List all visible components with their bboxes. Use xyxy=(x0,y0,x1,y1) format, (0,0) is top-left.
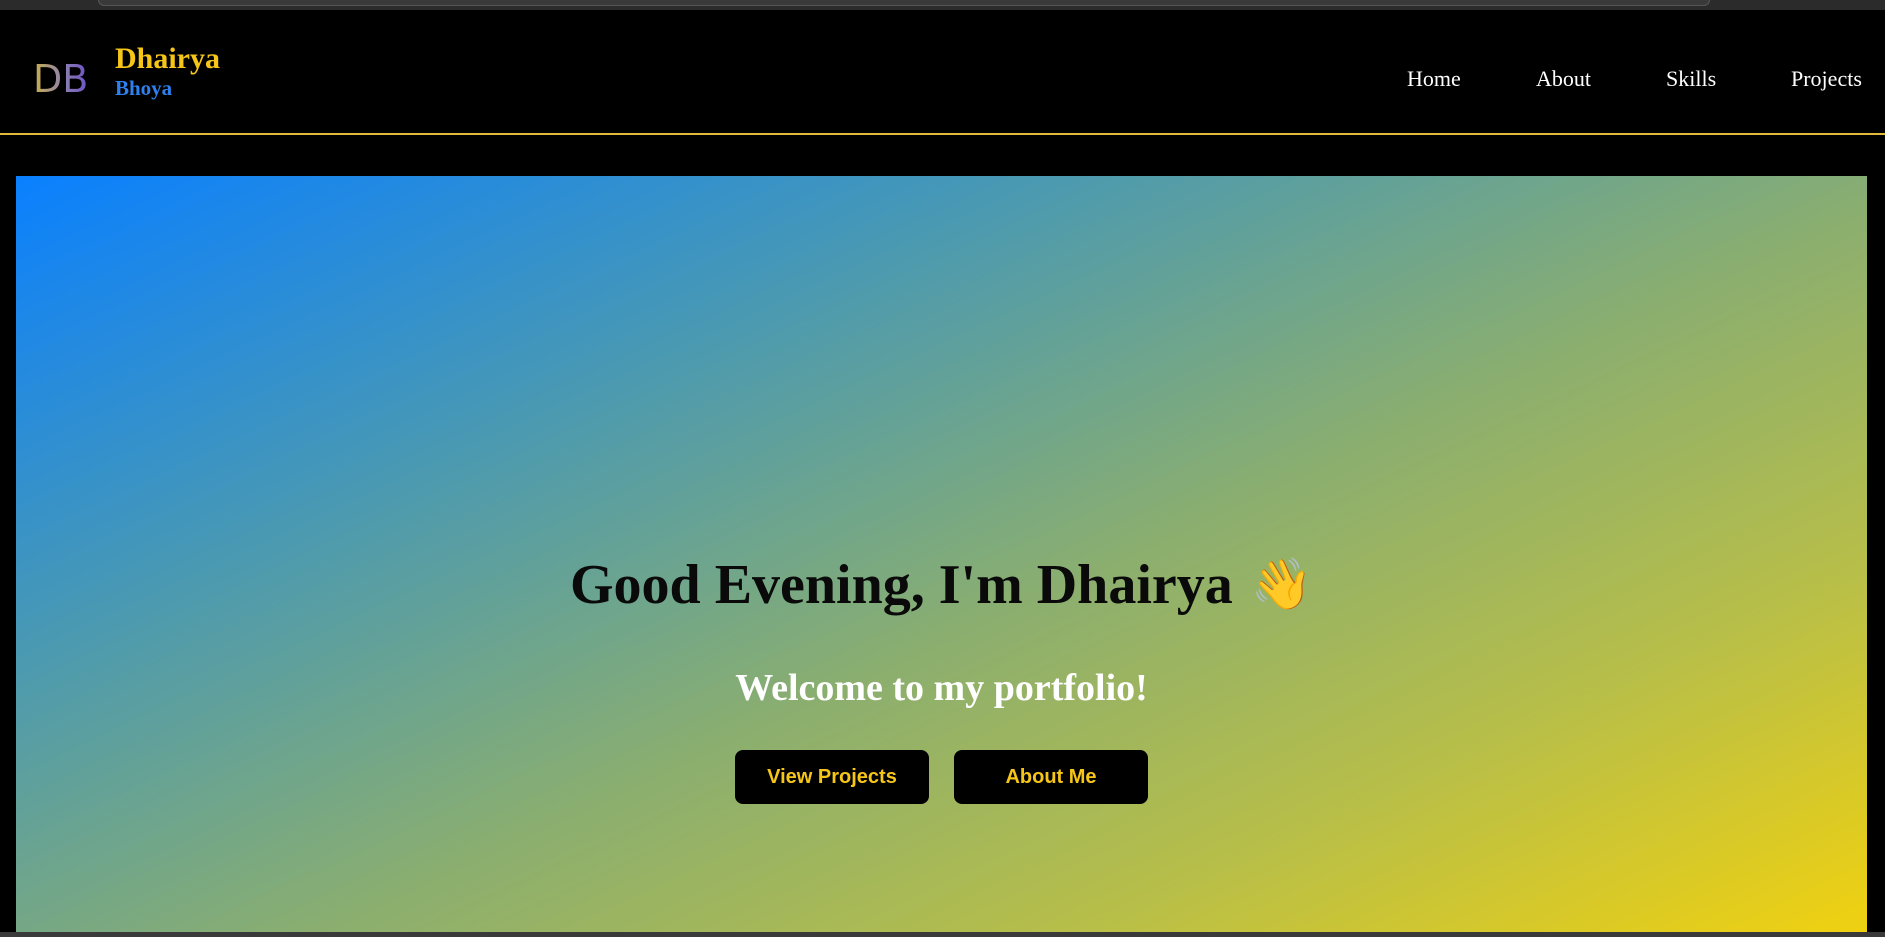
site-navbar: DB Dhairya Bhoya Home About Skills Proje… xyxy=(0,10,1885,135)
brand-first-name: Dhairya xyxy=(115,42,220,75)
browser-chrome xyxy=(0,0,1885,10)
hero-greeting: Good Evening, I'm Dhairya 👋 xyxy=(16,552,1867,617)
waving-hand-icon: 👋 xyxy=(1250,556,1314,612)
hero-subtitle: Welcome to my portfolio! xyxy=(735,667,1148,709)
address-bar[interactable] xyxy=(98,0,1710,6)
nav-link-skills[interactable]: Skills xyxy=(1666,66,1716,92)
logo-icon[interactable]: DB xyxy=(31,56,87,100)
view-projects-button[interactable]: View Projects xyxy=(735,750,929,804)
nav-link-projects[interactable]: Projects xyxy=(1791,66,1862,92)
brand-name[interactable]: Dhairya Bhoya xyxy=(115,42,220,100)
logo-initials: DB xyxy=(33,57,87,100)
brand-last-name: Bhoya xyxy=(115,76,173,100)
about-me-button[interactable]: About Me xyxy=(954,750,1148,804)
hero-section: Good Evening, I'm Dhairya 👋 Welcome to my… xyxy=(16,176,1867,932)
nav-link-about[interactable]: About xyxy=(1536,66,1591,92)
hero-actions: View Projects About Me xyxy=(735,750,1149,804)
hero-greeting-text: Good Evening, I'm Dhairya xyxy=(569,554,1233,616)
window-bottom-edge xyxy=(0,932,1885,937)
logo-monogram-icon: DB xyxy=(33,57,87,100)
nav-link-home[interactable]: Home xyxy=(1407,66,1461,92)
